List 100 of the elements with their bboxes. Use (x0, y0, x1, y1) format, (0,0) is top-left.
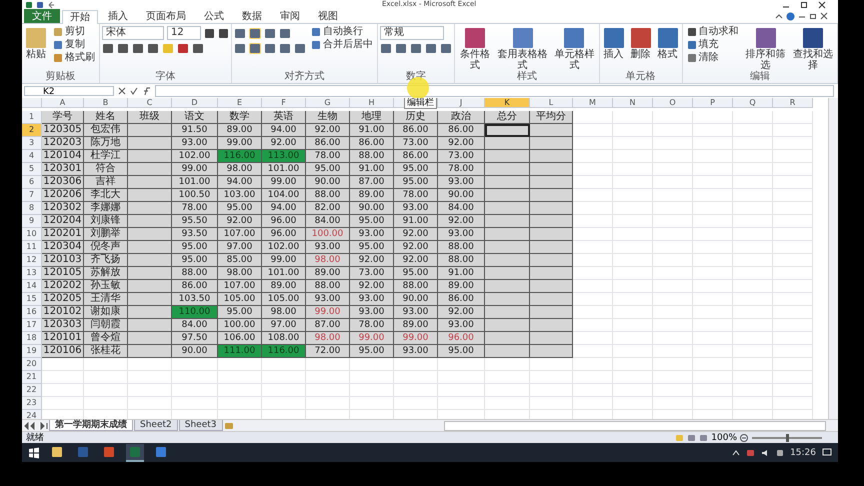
row-header[interactable]: 5 (22, 163, 42, 176)
row-header[interactable]: 9 (22, 215, 42, 228)
ribbon-button[interactable]: 条件格式 (457, 26, 494, 72)
zoom-out-icon[interactable] (740, 434, 748, 442)
formula-input[interactable] (155, 85, 834, 97)
ribbon-button[interactable]: 剪切 (51, 26, 97, 38)
notification-icon[interactable] (822, 448, 832, 457)
column-header[interactable]: Q (733, 98, 773, 108)
sheet-tab[interactable]: 第一学期期末成绩 (49, 420, 133, 431)
ribbon-button[interactable]: 填充 (684, 39, 741, 51)
horizontal-scrollbar[interactable] (444, 420, 826, 430)
ribbon-button[interactable]: 单元格样式 (552, 26, 597, 72)
ribbon-button[interactable]: 格式刷 (51, 52, 97, 64)
font-size-field[interactable]: 12 (167, 26, 201, 40)
column-header[interactable]: K (485, 98, 530, 108)
row-header[interactable]: 1 (22, 111, 42, 124)
ribbon-tab[interactable]: 文件 (24, 9, 60, 23)
table-cell: 120204 (42, 215, 84, 228)
column-header[interactable]: F (262, 98, 306, 108)
help-icon[interactable] (786, 12, 795, 20)
zoom-level[interactable]: 100% (711, 432, 737, 442)
ribbon-button[interactable]: 排序和筛选 (744, 26, 788, 72)
close-icon[interactable] (818, 0, 826, 8)
row-header[interactable]: 2 (22, 124, 42, 137)
caret-icon[interactable] (775, 12, 783, 20)
ribbon-button[interactable]: 复制 (51, 39, 97, 51)
column-header[interactable]: A (42, 98, 84, 108)
empty-cell (653, 202, 693, 215)
row-header[interactable]: 10 (22, 228, 42, 241)
column-header[interactable]: M (573, 98, 613, 108)
table-cell: 齐飞扬 (84, 254, 128, 267)
column-header[interactable]: P (693, 98, 733, 108)
cancel-icon[interactable] (118, 87, 126, 95)
row-header[interactable]: 19 (22, 345, 42, 358)
ribbon-button[interactable]: 格式 (656, 26, 680, 61)
ribbon-tab[interactable]: 审阅 (272, 9, 308, 23)
column-header[interactable]: H (350, 98, 394, 108)
row-header[interactable]: 17 (22, 319, 42, 332)
row-header[interactable]: 16 (22, 306, 42, 319)
row-header[interactable]: 23 (22, 397, 42, 410)
sheet-nav-icon[interactable] (24, 422, 48, 430)
ribbon-button[interactable]: 自动求和 (684, 26, 741, 38)
row-header[interactable]: 11 (22, 241, 42, 254)
ribbon-tab[interactable]: 页面布局 (138, 9, 194, 23)
ribbon-button[interactable]: 查找和选择 (790, 26, 835, 72)
clock-time[interactable]: 15:26 (790, 448, 816, 458)
row-header[interactable]: 22 (22, 384, 42, 397)
column-header[interactable]: D (172, 98, 218, 108)
row-header[interactable]: 13 (22, 267, 42, 280)
row-header[interactable]: 14 (22, 280, 42, 293)
row-header[interactable]: 18 (22, 332, 42, 345)
empty-cell (350, 358, 394, 371)
row-header[interactable]: 12 (22, 254, 42, 267)
column-header[interactable]: G (306, 98, 350, 108)
chevron-up-icon[interactable] (732, 448, 740, 456)
row-header[interactable]: 24 (22, 410, 42, 419)
column-header[interactable]: L (530, 98, 573, 108)
ribbon-tab[interactable]: 插入 (100, 9, 136, 23)
column-header[interactable]: O (653, 98, 693, 108)
row-header[interactable]: 20 (22, 358, 42, 371)
ribbon-tab[interactable]: 数据 (234, 9, 270, 23)
column-header[interactable]: N (613, 98, 653, 108)
font-name-field[interactable]: 宋体 (102, 26, 164, 40)
ribbon-button[interactable]: 合并后居中 (309, 39, 375, 51)
ribbon-tab[interactable]: 视图 (310, 9, 346, 23)
restore-icon[interactable] (809, 12, 817, 20)
sheet-tab[interactable]: Sheet3 (178, 420, 222, 431)
row-header[interactable]: 21 (22, 371, 42, 384)
close-icon[interactable] (820, 12, 828, 20)
ribbon-tab[interactable]: 公式 (196, 9, 232, 23)
ribbon-button[interactable]: 删除 (628, 26, 653, 61)
ribbon-button[interactable]: 自动换行 (309, 26, 375, 38)
number-format-field[interactable]: 常规 (380, 26, 444, 40)
vertical-scrollbar[interactable] (828, 98, 838, 419)
row-header[interactable]: 15 (22, 293, 42, 306)
ribbon-button[interactable]: 套用表格格式 (496, 26, 550, 72)
function-icon[interactable] (142, 87, 151, 95)
column-header[interactable]: B (84, 98, 128, 108)
table-cell: 100.00 (218, 319, 262, 332)
row-header[interactable]: 4 (22, 150, 42, 163)
sheet-tab[interactable]: Sheet2 (134, 420, 178, 431)
undo-icon[interactable] (47, 0, 55, 8)
zoom-thumb[interactable] (786, 434, 789, 442)
ribbon-tab[interactable]: 开始 (62, 10, 98, 24)
empty-cell (573, 397, 613, 410)
column-header[interactable]: R (773, 98, 813, 108)
enter-icon[interactable] (130, 87, 138, 95)
ribbon-button[interactable]: 清除 (684, 52, 741, 64)
row-header[interactable]: 8 (22, 202, 42, 215)
row-header[interactable]: 3 (22, 137, 42, 150)
ribbon-button[interactable]: 插入 (602, 26, 626, 61)
start-icon[interactable] (28, 446, 40, 458)
row-header[interactable]: 7 (22, 189, 42, 202)
maximize-icon[interactable] (800, 0, 808, 8)
row-header[interactable]: 6 (22, 176, 42, 189)
column-header[interactable]: C (128, 98, 172, 108)
column-header[interactable]: E (218, 98, 262, 108)
ribbon-button[interactable]: 粘贴 (24, 26, 48, 61)
column-header[interactable]: J (438, 98, 485, 108)
name-box[interactable]: K2 (24, 86, 114, 96)
